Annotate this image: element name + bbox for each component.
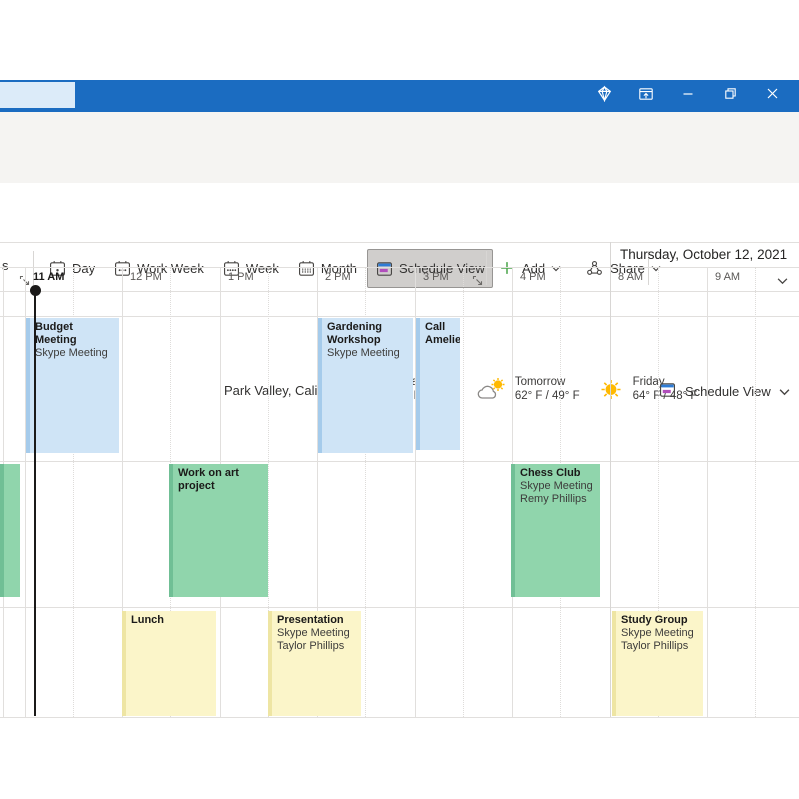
time-label: 1 PM (228, 271, 254, 283)
outlook-calendar-window: s DayWork WeekWeekMonthSchedule View Add… (0, 0, 799, 799)
event-detail: Remy Phillips (520, 493, 598, 506)
calendar-event[interactable]: Chess ClubSkype MeetingRemy Phillips (511, 464, 600, 597)
current-time-line (34, 290, 36, 716)
time-label: 2 PM (325, 271, 351, 283)
calendar-event[interactable]: Work on art project (169, 464, 268, 597)
event-detail: Skype Meeting (327, 347, 411, 360)
calendar-event[interactable]: Lunch (122, 611, 216, 716)
grid-vertical-line (755, 267, 756, 717)
event-title: Budget Meeting (35, 321, 117, 347)
time-label: 11 AM (33, 271, 64, 283)
grid-vertical-line (610, 242, 611, 717)
time-label: 4 PM (520, 271, 546, 283)
time-label: 12 PM (130, 271, 162, 283)
event-title: Lunch (131, 614, 214, 627)
calendar-event[interactable]: Study GroupSkype MeetingTaylor Phillips (612, 611, 703, 716)
event-detail: Taylor Phillips (621, 640, 701, 653)
event-detail: Skype Meeting (621, 627, 701, 640)
grid-vertical-line (707, 267, 708, 717)
grid-horizontal-line (0, 267, 799, 268)
event-title: Study Group (621, 614, 701, 627)
time-label: 9 AM (715, 271, 740, 283)
schedule-grid[interactable]: Thursday, October 12, 2021 11 AM 12 PM 1 P… (0, 0, 799, 799)
date-header: Thursday, October 12, 2021 (620, 247, 787, 262)
grid-vertical-line (463, 267, 464, 717)
calendar-event[interactable]: Budget MeetingSkype Meeting (26, 318, 119, 453)
event-title: Chess Club (520, 467, 598, 480)
grid-horizontal-line (0, 316, 799, 317)
calendar-event[interactable] (0, 464, 20, 597)
time-label: 3 PM (423, 271, 449, 283)
event-detail: Skype Meeting (277, 627, 359, 640)
event-detail: Taylor Phillips (277, 640, 359, 653)
grid-horizontal-line (0, 607, 799, 608)
event-title: Presentation (277, 614, 359, 627)
grid-horizontal-line (0, 461, 799, 462)
calendar-event[interactable]: PresentationSkype MeetingTaylor Phillips (268, 611, 361, 716)
grid-horizontal-line (0, 717, 799, 718)
event-detail: Skype Meeting (35, 347, 117, 360)
grid-horizontal-line (0, 242, 799, 243)
event-detail: Skype Meeting (520, 480, 598, 493)
calendar-event[interactable]: Gardening WorkshopSkype Meeting (318, 318, 413, 453)
time-label: 8 AM (618, 271, 643, 283)
event-title: Work on art project (178, 467, 266, 493)
event-title: Gardening Workshop (327, 321, 411, 347)
event-title: Call Amelie (425, 321, 458, 347)
calendar-event[interactable]: Call Amelie (416, 318, 460, 450)
grid-horizontal-line (0, 291, 799, 292)
